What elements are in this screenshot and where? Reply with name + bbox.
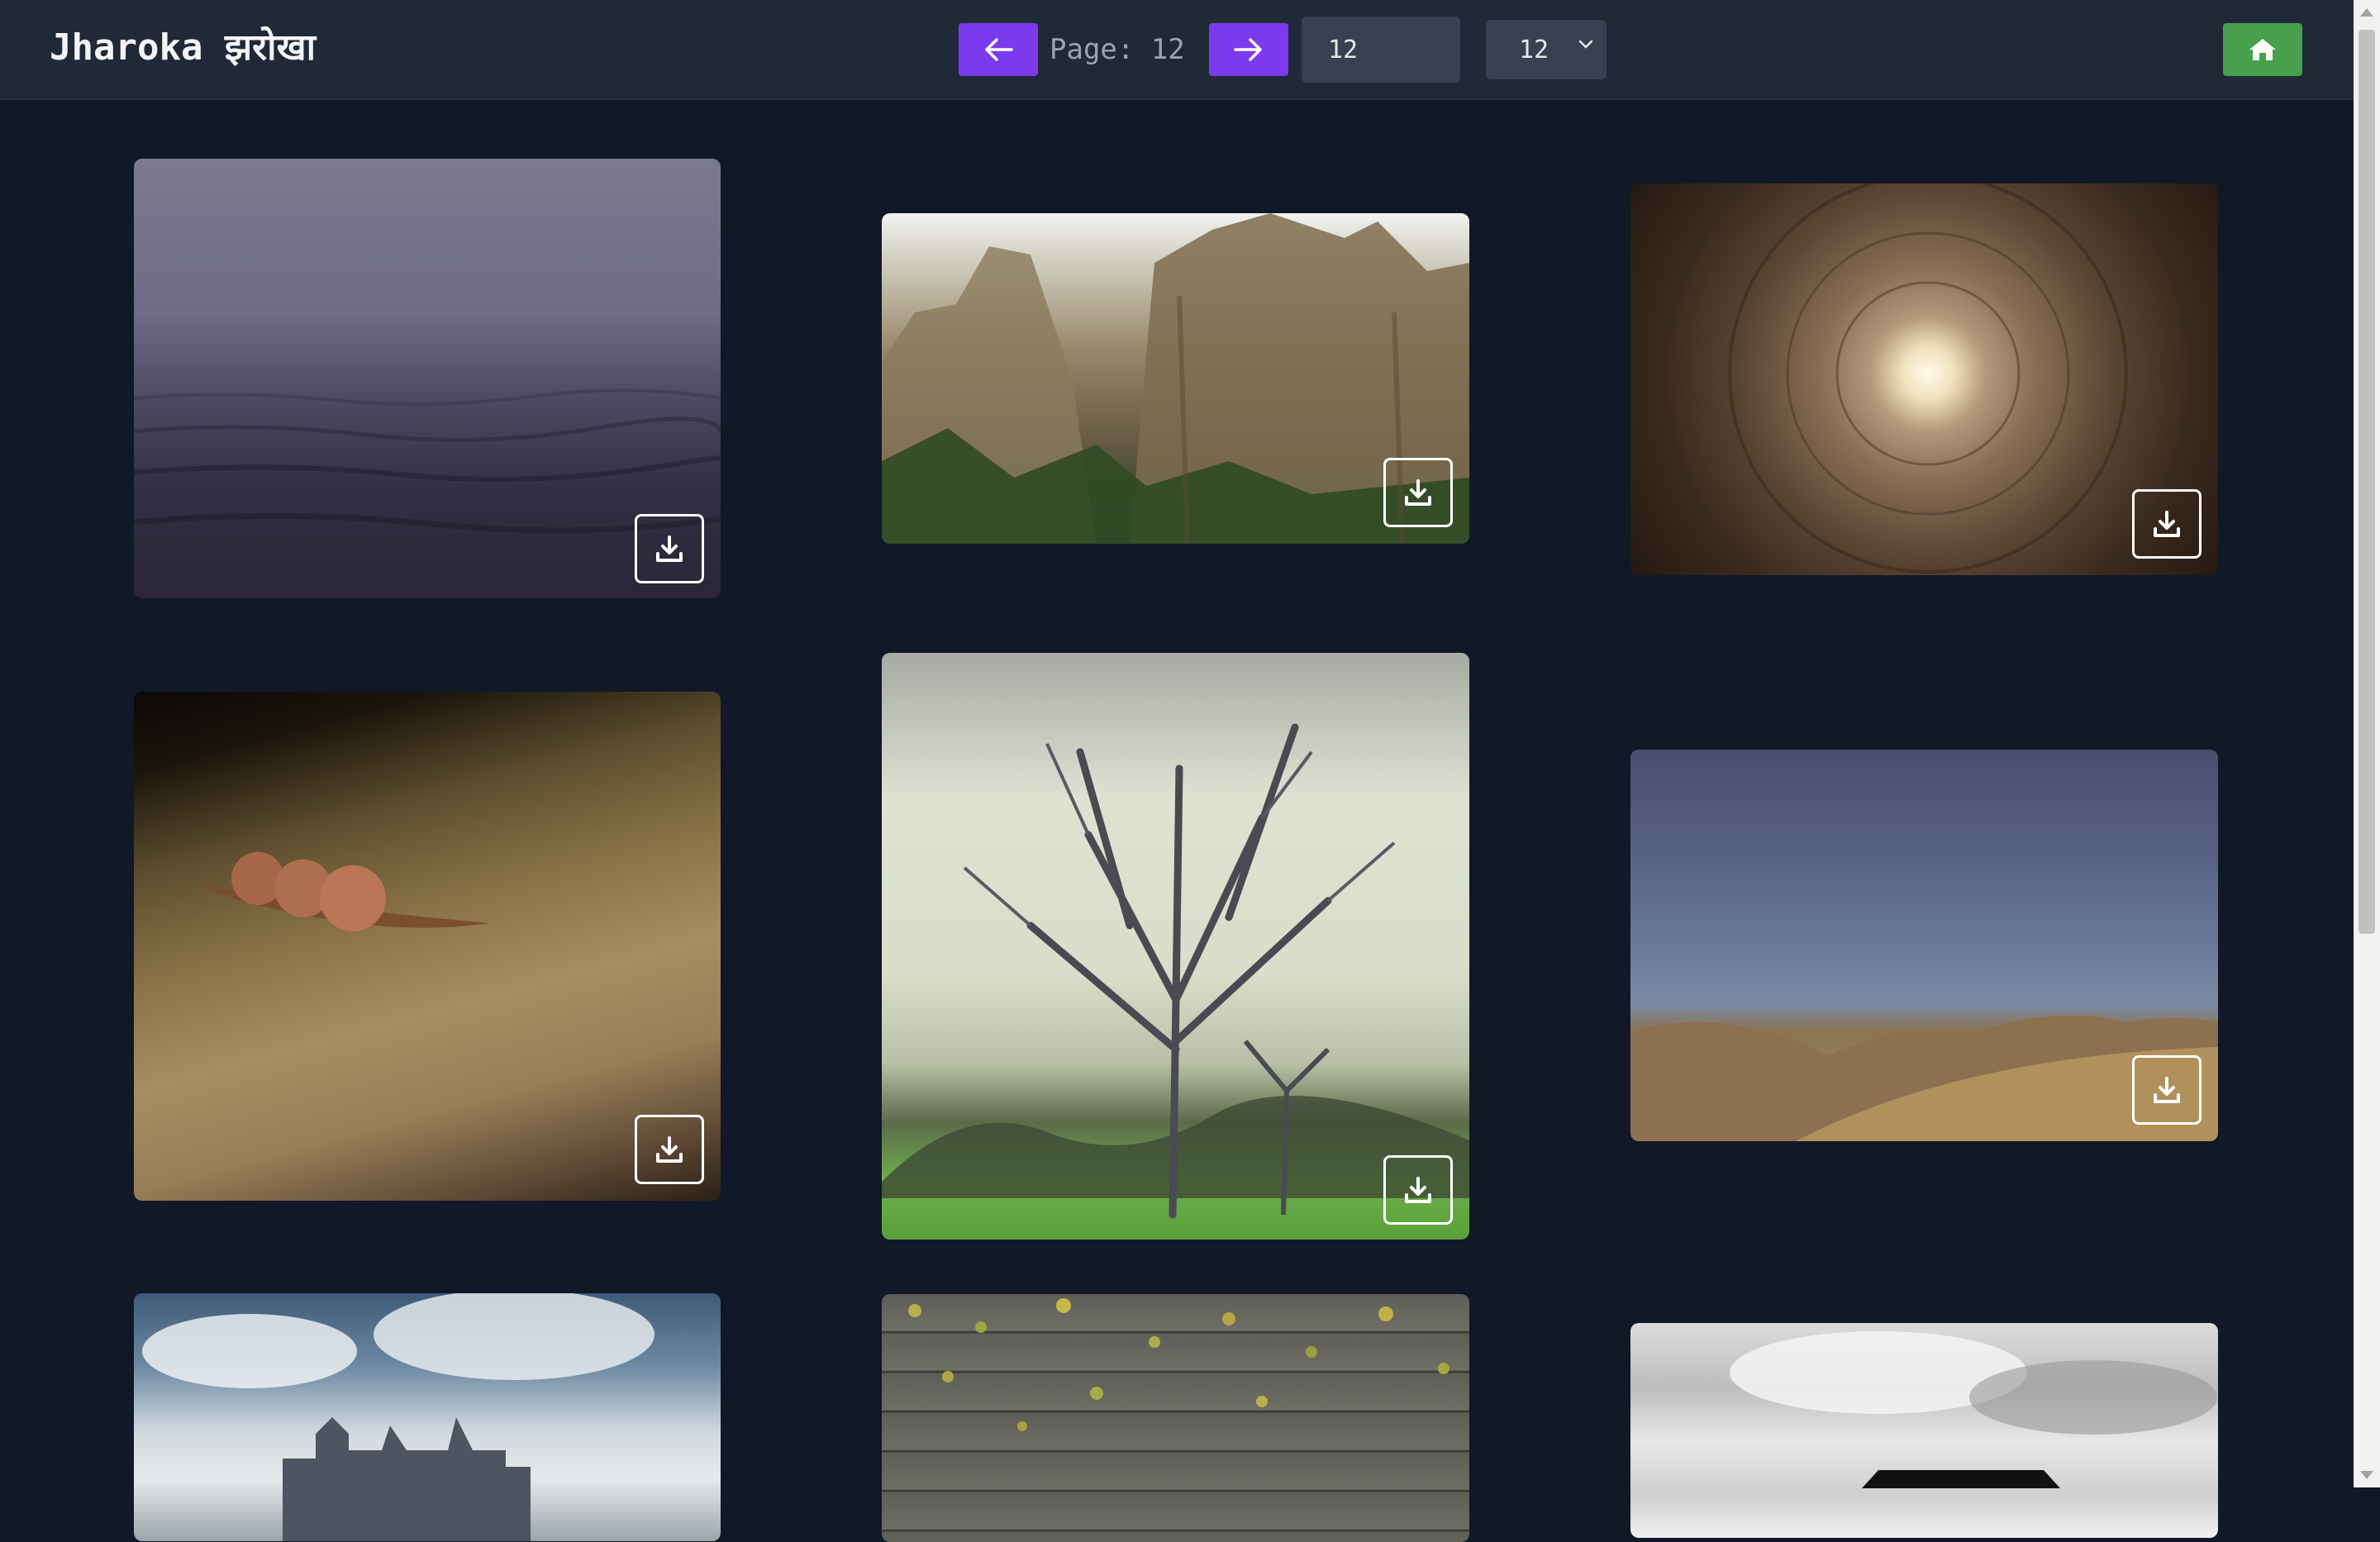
home-icon — [2249, 39, 2276, 60]
download-icon — [2154, 1077, 2180, 1103]
download-icon — [2154, 511, 2180, 537]
cliff-shapes — [882, 213, 1469, 544]
gallery-image-card[interactable] — [1630, 1323, 2218, 1538]
app-logo[interactable]: Jharoka झरोखा — [50, 21, 316, 74]
download-icon — [656, 535, 683, 562]
per-page-value: 12 — [1519, 35, 1549, 64]
page-indicator: Page: 12 — [1050, 33, 1185, 66]
gallery-image-card[interactable] — [1630, 750, 2218, 1141]
download-button[interactable] — [1383, 458, 1453, 527]
seeds — [192, 852, 489, 931]
page-number-input[interactable] — [1302, 17, 1460, 83]
per-page-select[interactable]: 12 — [1486, 20, 1606, 79]
leaves — [908, 1298, 1449, 1431]
chevron-down-icon — [1578, 40, 1593, 49]
download-button[interactable] — [2132, 1055, 2202, 1125]
sea-waves — [134, 388, 721, 534]
bw-house — [1730, 1331, 2217, 1488]
download-icon — [656, 1136, 683, 1163]
arrow-right-icon — [1234, 38, 1262, 61]
hills — [1630, 1016, 2218, 1141]
bare-tree — [882, 723, 1469, 1219]
download-button[interactable] — [635, 1115, 704, 1184]
page-scrollbar[interactable] — [2354, 0, 2380, 1487]
next-page-button[interactable] — [1209, 23, 1288, 76]
previous-page-button[interactable] — [959, 23, 1038, 76]
scroll-down-arrow[interactable] — [2360, 1471, 2373, 1479]
gallery-image-card[interactable] — [134, 692, 721, 1201]
home-button[interactable] — [2223, 23, 2302, 76]
top-bar: Jharoka झरोखा Page: 12 12 — [0, 0, 2354, 100]
tunnel-rings — [1728, 183, 2128, 573]
gallery-image-card[interactable] — [1630, 183, 2218, 575]
scroll-up-arrow[interactable] — [2360, 8, 2373, 17]
scrollbar-thumb[interactable] — [2359, 30, 2375, 934]
download-icon — [1405, 1177, 1431, 1203]
arrow-left-icon — [985, 38, 1013, 61]
gallery-image-card[interactable] — [882, 213, 1469, 544]
gallery-image-card[interactable] — [134, 1293, 721, 1541]
download-icon — [1405, 479, 1431, 506]
download-button[interactable] — [1383, 1155, 1453, 1225]
download-button[interactable] — [635, 514, 704, 583]
chateau — [142, 1293, 654, 1541]
gallery-image-card[interactable] — [882, 653, 1469, 1240]
gallery-image-card[interactable] — [882, 1294, 1469, 1542]
download-button[interactable] — [2132, 489, 2202, 559]
gallery-image-card[interactable] — [134, 159, 721, 598]
